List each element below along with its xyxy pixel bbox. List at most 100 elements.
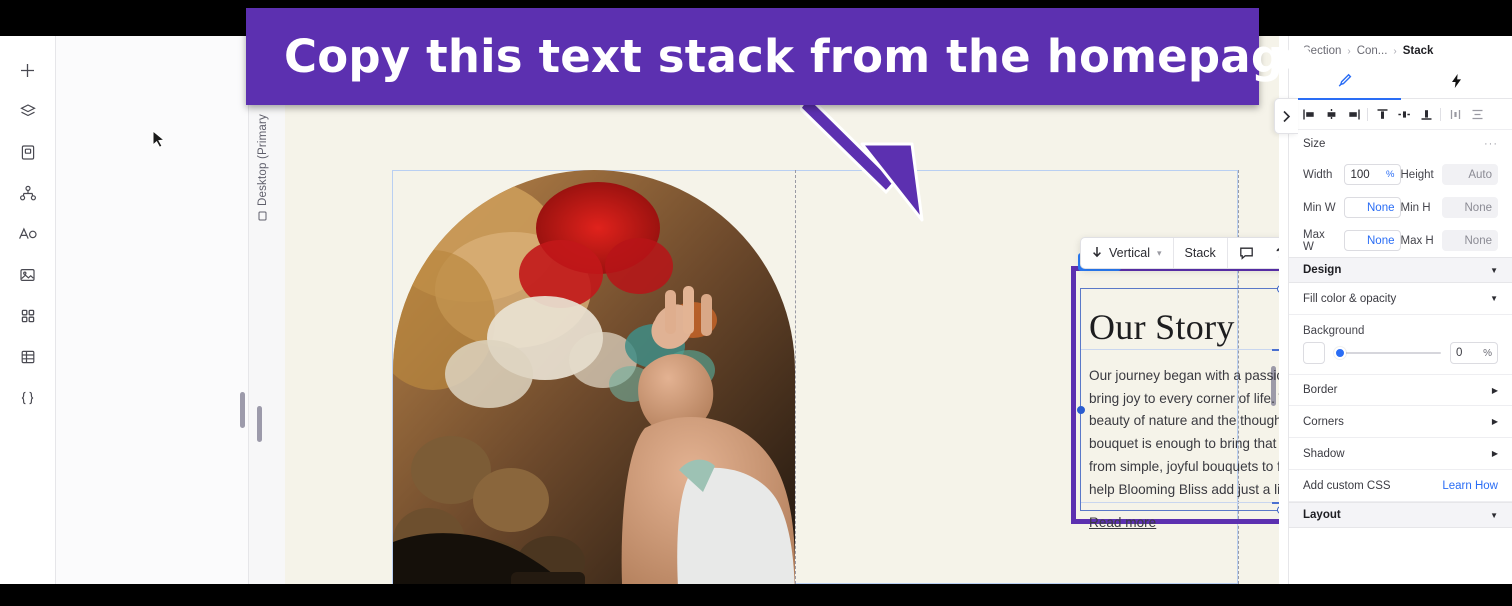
chevron-down-icon-design: ▼ [1490, 265, 1498, 275]
collapse-panel-button[interactable] [1274, 98, 1298, 134]
align-divider-2 [1440, 107, 1441, 121]
background-label: Background [1303, 325, 1365, 337]
width-unit: % [1386, 169, 1395, 180]
learn-how-link[interactable]: Learn How [1442, 480, 1498, 492]
custom-css-row[interactable]: Add custom CSS Learn How [1289, 470, 1512, 502]
breadcrumb-separator-icon: › [1347, 45, 1351, 57]
lightning-icon [1450, 73, 1463, 92]
image-icon[interactable] [14, 261, 42, 289]
breadcrumb-item-container[interactable]: Con... [1357, 45, 1388, 57]
custom-css-label: Add custom CSS [1303, 479, 1391, 492]
chevron-down-icon-layout: ▼ [1490, 510, 1498, 520]
max-width-input[interactable]: None [1344, 230, 1401, 251]
min-height-value: None [1464, 201, 1493, 214]
max-height-field[interactable]: Max H None [1401, 230, 1498, 251]
viewport-scrollbar[interactable] [257, 406, 262, 442]
align-left-icon[interactable] [1299, 104, 1319, 124]
sitemap-icon[interactable] [14, 179, 42, 207]
story-heading: Our Story [1089, 307, 1235, 347]
mouse-cursor-icon [152, 130, 166, 148]
background-color-swatch[interactable] [1303, 342, 1325, 364]
size-row-min: Min W None Min H None [1289, 191, 1512, 224]
opacity-unit: % [1483, 347, 1492, 359]
max-width-label: Max W [1303, 228, 1325, 253]
inspector-tabs [1289, 66, 1512, 99]
align-middle-vertical-icon[interactable] [1394, 104, 1414, 124]
min-height-label: Min H [1400, 201, 1431, 214]
element-toolbar[interactable]: Vertical ▾ Stack ? ··· [1080, 237, 1279, 269]
direction-label: Vertical [1109, 246, 1150, 260]
fill-color-row[interactable]: Fill color & opacity ▼ [1289, 283, 1512, 315]
breadcrumb-item-stack[interactable]: Stack [1403, 45, 1434, 57]
left-panel-scrollbar[interactable] [240, 392, 245, 428]
text-icon[interactable] [14, 220, 42, 248]
width-label: Width [1303, 168, 1333, 181]
align-right-icon[interactable] [1343, 104, 1363, 124]
opacity-value: 0 [1456, 347, 1463, 359]
stack-gap-handle-2[interactable] [1272, 502, 1279, 504]
page-icon[interactable] [14, 138, 42, 166]
app-window: Desktop (Primary Our Story Our journey b… [0, 36, 1512, 584]
device-tab-desktop[interactable]: Desktop (Primary [257, 114, 269, 221]
align-center-horizontal-icon[interactable] [1321, 104, 1341, 124]
help-icon[interactable]: ? [1265, 238, 1279, 268]
direction-dropdown[interactable]: Vertical ▾ [1081, 238, 1173, 268]
min-width-value: None [1367, 201, 1395, 214]
resize-handle-top[interactable] [1277, 285, 1279, 293]
artboard-page[interactable]: ‹ Stack Our Story Our journey began with… [285, 36, 1279, 584]
opacity-slider-knob[interactable] [1334, 347, 1346, 359]
align-bottom-icon[interactable] [1416, 104, 1436, 124]
min-width-input[interactable]: None [1344, 197, 1401, 218]
selected-stack[interactable]: ‹ Stack Our Story Our journey began with… [1071, 253, 1279, 530]
tab-interactions[interactable] [1401, 66, 1512, 98]
right-inspector-panel: Section › Con... › Stack Size ··· Width … [1288, 36, 1512, 584]
stack-gap-handle-1[interactable] [1272, 349, 1279, 351]
code-braces-icon[interactable] [14, 384, 42, 412]
read-more-link[interactable]: Read more [1089, 515, 1156, 530]
size-more-icon[interactable]: ··· [1484, 138, 1498, 150]
stack-type-button[interactable]: Stack [1174, 238, 1227, 268]
callout-text: Copy this text stack from the homepage [284, 30, 1314, 83]
height-input[interactable]: Auto [1441, 164, 1498, 185]
resize-handle-bottom[interactable] [1277, 506, 1279, 514]
canvas-viewport[interactable]: Desktop (Primary Our Story Our journey b… [249, 36, 1279, 584]
max-width-field[interactable]: Max W None [1303, 229, 1401, 253]
design-title: Design [1303, 264, 1342, 276]
layers-icon[interactable] [14, 97, 42, 125]
corners-label: Corners [1303, 415, 1344, 428]
fill-color-label: Fill color & opacity [1303, 292, 1397, 305]
shadow-row[interactable]: Shadow ▶ [1289, 438, 1512, 470]
height-value: Auto [1468, 168, 1492, 181]
breadcrumb: Section › Con... › Stack [1289, 36, 1512, 66]
height-field[interactable]: Height Auto [1401, 164, 1498, 185]
corners-row[interactable]: Corners ▶ [1289, 406, 1512, 438]
size-row-max: Max W None Max H None [1289, 224, 1512, 257]
comment-icon[interactable] [1228, 238, 1265, 268]
border-row[interactable]: Border ▶ [1289, 374, 1512, 406]
min-width-field[interactable]: Min W None [1303, 197, 1401, 218]
opacity-input[interactable]: 0 % [1450, 342, 1498, 364]
chevron-down-icon-fill: ▼ [1490, 294, 1498, 303]
min-height-field[interactable]: Min H None [1400, 197, 1498, 218]
align-top-icon[interactable] [1372, 104, 1392, 124]
distribute-horizontal-icon[interactable] [1445, 104, 1465, 124]
hero-photo[interactable] [393, 170, 795, 584]
design-section-header[interactable]: Design ▼ [1289, 257, 1512, 283]
stack-type-label: Stack [1184, 246, 1216, 260]
distribute-vertical-icon[interactable] [1467, 104, 1487, 124]
table-icon[interactable] [14, 343, 42, 371]
add-icon[interactable] [14, 56, 42, 84]
min-height-input[interactable]: None [1441, 197, 1498, 218]
layout-section-header[interactable]: Layout ▼ [1289, 502, 1512, 528]
opacity-slider[interactable] [1334, 346, 1441, 360]
max-height-input[interactable]: None [1441, 230, 1498, 251]
left-icon-rail [0, 36, 56, 584]
size-section-header: Size ··· [1289, 130, 1512, 158]
apps-grid-icon[interactable] [14, 302, 42, 330]
size-title: Size [1303, 138, 1326, 150]
resize-handle-left[interactable] [1077, 406, 1085, 414]
width-field[interactable]: Width 100 % [1303, 164, 1401, 185]
chevron-down-icon: ▾ [1157, 247, 1162, 258]
width-input[interactable]: 100 % [1344, 164, 1401, 185]
border-label: Border [1303, 384, 1338, 396]
